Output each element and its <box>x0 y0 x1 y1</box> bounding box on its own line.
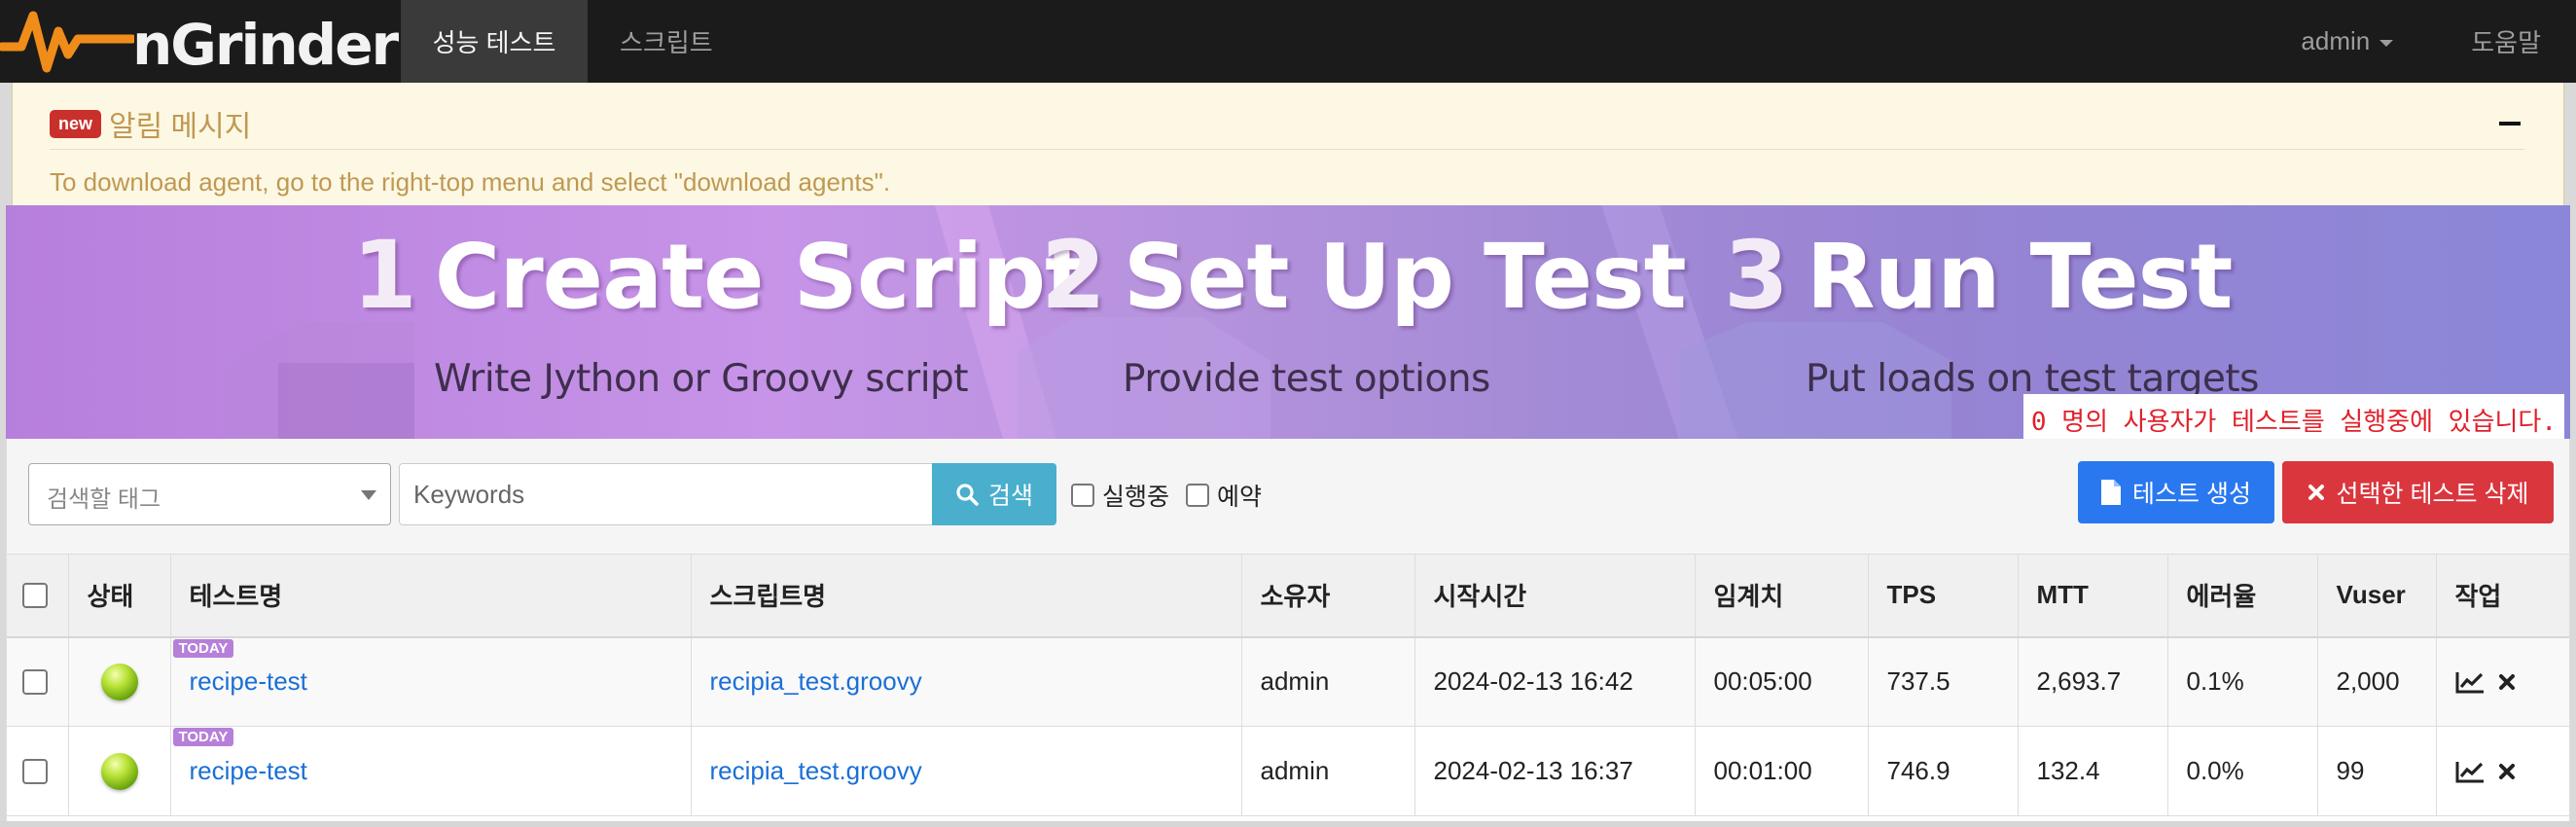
test-name-link[interactable]: recipe-test <box>190 756 307 785</box>
status-finished-icon <box>100 663 138 701</box>
error-rate-cell: 0.0% <box>2167 726 2318 816</box>
page-bottom-edge <box>0 821 2576 827</box>
file-icon <box>2101 480 2122 505</box>
table-row[interactable]: TODAY recipe-test recipia_test.groovy adm… <box>7 636 2569 727</box>
new-badge: new <box>50 109 102 138</box>
scheduled-filter[interactable]: 예약 <box>1186 478 1262 513</box>
remove-icon[interactable] <box>2498 673 2516 691</box>
search-button[interactable]: 검색 <box>932 463 1056 525</box>
chart-icon[interactable] <box>2455 760 2485 783</box>
vuser-cell: 2,000 <box>2317 636 2437 727</box>
step-2-number: 2 <box>1041 221 1106 330</box>
step-2-title: Set Up Test <box>1123 225 1687 329</box>
notice-text: To download agent, go to the right-top m… <box>50 167 891 197</box>
notice-panel: new 알림 메시지 To download agent, go to the … <box>12 83 2564 205</box>
column-header-tps[interactable]: TPS <box>1868 554 2019 637</box>
collapse-icon[interactable] <box>2499 122 2521 126</box>
user-menu-label: admin <box>2301 26 2371 55</box>
step-3-number: 3 <box>1724 221 1789 330</box>
running-filter-checkbox[interactable] <box>1071 484 1094 507</box>
table-row[interactable]: TODAY recipe-test recipia_test.groovy adm… <box>7 726 2569 816</box>
column-header-script-name[interactable]: 스크립트명 <box>691 554 1242 637</box>
running-users-status: 0 명의 사용자가 테스트를 실행중에 있습니다. <box>2022 394 2564 439</box>
column-header-mtt[interactable]: MTT <box>2018 554 2168 637</box>
start-time-cell: 2024-02-13 16:37 <box>1414 726 1696 816</box>
column-header-test-name[interactable]: 테스트명 <box>170 554 692 637</box>
column-header-actions: 작업 <box>2454 582 2502 612</box>
tab-script[interactable]: 스크립트 <box>588 0 745 83</box>
table-header-row: 상태 테스트명 스크립트명 소유자 시작시간 임계치 TPS MTT 에러율 V… <box>7 554 2569 637</box>
user-menu[interactable]: admin <box>2258 0 2436 83</box>
step-1-title: Create Script <box>434 225 1088 329</box>
row-checkbox[interactable] <box>22 668 48 695</box>
test-list-table: 상태 테스트명 스크립트명 소유자 시작시간 임계치 TPS MTT 에러율 V… <box>6 554 2570 821</box>
step-run-test: 3 Run Test Put loads on test targets <box>1724 221 2259 401</box>
chart-icon[interactable] <box>2455 670 2485 694</box>
column-header-threshold[interactable]: 임계치 <box>1695 554 1869 637</box>
step-1-subtitle: Write Jython or Groovy script <box>434 357 969 401</box>
ngrinder-logo-icon <box>0 11 134 73</box>
scheduled-filter-label: 예약 <box>1217 484 1263 511</box>
delete-selected-label: 선택한 테스트 삭제 <box>2336 481 2529 508</box>
select-all-checkbox[interactable] <box>22 582 48 608</box>
today-badge: TODAY <box>172 728 234 746</box>
create-test-button[interactable]: 테스트 생성 <box>2078 461 2274 523</box>
threshold-cell: 00:05:00 <box>1695 636 1869 727</box>
step-create-script: 1 Create Script Write Jython or Groovy sc… <box>352 221 1088 401</box>
brand[interactable]: nGrinder <box>0 0 401 83</box>
tag-select[interactable]: 검색할 태그 <box>28 463 391 525</box>
chevron-down-icon <box>361 490 376 500</box>
test-name-link[interactable]: recipe-test <box>190 666 307 696</box>
remove-icon[interactable] <box>2498 763 2516 780</box>
notice-title: 알림 메시지 <box>109 111 252 143</box>
column-header-owner[interactable]: 소유자 <box>1241 554 1415 637</box>
tps-cell: 746.9 <box>1868 726 2019 816</box>
column-header-error-rate[interactable]: 에러율 <box>2167 554 2318 637</box>
start-time-cell: 2024-02-13 16:42 <box>1414 636 1696 727</box>
script-name-link[interactable]: recipia_test.groovy <box>710 666 922 696</box>
search-icon <box>956 484 979 506</box>
tab-performance-test[interactable]: 성능 테스트 <box>401 0 588 83</box>
search-toolbar: 검색할 태그 검색 실행중 예약 테스트 생성 선택한 테스트 삭제 <box>6 439 2570 554</box>
owner-cell: admin <box>1241 726 1415 816</box>
column-header-vuser[interactable]: Vuser <box>2317 554 2437 637</box>
error-rate-cell: 0.1% <box>2167 636 2318 727</box>
step-3-title: Run Test <box>1806 225 2234 329</box>
step-set-up-test: 2 Set Up Test Provide test options <box>1041 221 1687 401</box>
top-navbar: nGrinder 성능 테스트 스크립트 admin 도움말 <box>0 0 2576 83</box>
owner-cell: admin <box>1241 636 1415 727</box>
workflow-banner: 1 Create Script Write Jython or Groovy sc… <box>6 205 2570 439</box>
scheduled-filter-checkbox[interactable] <box>1186 484 1209 507</box>
vuser-cell: 99 <box>2317 726 2437 816</box>
threshold-cell: 00:01:00 <box>1695 726 1869 816</box>
keywords-input[interactable] <box>399 463 938 525</box>
column-header-status[interactable]: 상태 <box>68 554 171 637</box>
tab-performance-test-label: 성능 테스트 <box>432 28 556 57</box>
mtt-cell: 132.4 <box>2018 726 2168 816</box>
running-filter-label: 실행중 <box>1102 484 1170 511</box>
step-2-subtitle: Provide test options <box>1123 357 1490 401</box>
chevron-down-icon <box>2379 39 2394 47</box>
row-checkbox[interactable] <box>22 758 48 784</box>
today-badge: TODAY <box>172 638 234 658</box>
help-link[interactable]: 도움말 <box>2436 0 2576 83</box>
running-filter[interactable]: 실행중 <box>1071 478 1169 513</box>
brand-name: nGrinder <box>132 11 399 78</box>
search-button-label: 검색 <box>987 483 1033 510</box>
step-1-number: 1 <box>352 221 417 330</box>
tag-select-placeholder: 검색할 태그 <box>47 486 161 513</box>
close-icon <box>2308 485 2324 500</box>
create-test-label: 테스트 생성 <box>2132 481 2251 508</box>
select-all-cell <box>7 554 69 637</box>
script-name-link[interactable]: recipia_test.groovy <box>710 756 922 785</box>
status-finished-icon <box>100 752 138 790</box>
tab-script-label: 스크립트 <box>620 28 713 57</box>
delete-selected-button[interactable]: 선택한 테스트 삭제 <box>2282 461 2554 523</box>
help-label: 도움말 <box>2471 28 2541 57</box>
tps-cell: 737.5 <box>1868 636 2019 727</box>
column-header-start-time[interactable]: 시작시간 <box>1414 554 1696 637</box>
mtt-cell: 2,693.7 <box>2018 636 2168 727</box>
